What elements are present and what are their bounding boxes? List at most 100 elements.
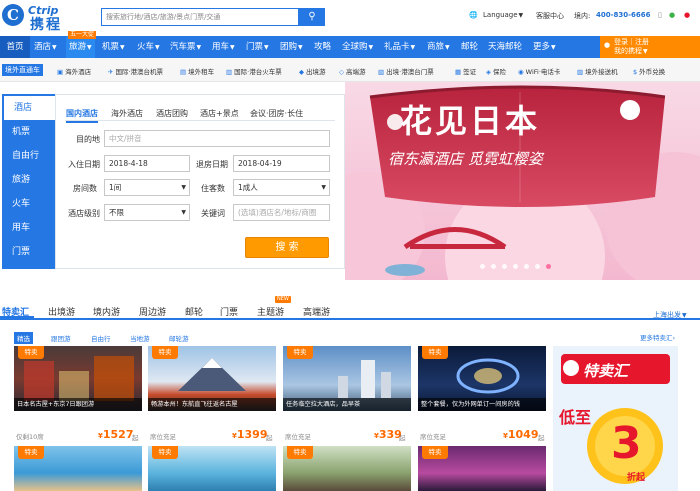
carousel-dot-active[interactable] <box>546 264 551 269</box>
tab-domestic[interactable]: 境内游 <box>93 305 120 318</box>
nav-home[interactable]: 首页 <box>0 36 30 58</box>
guests-select[interactable]: 1成人 ▼ <box>233 179 330 196</box>
hotel-level-select[interactable]: 不限 ▼ <box>104 204 190 221</box>
nav-groupbuy[interactable]: 团购▼ <box>280 36 303 58</box>
service-center-link[interactable]: 客服中心 <box>536 11 564 21</box>
globe-icon: 🌐 <box>469 11 478 19</box>
sub-wifi[interactable]: ◉ WiFi·电话卡 <box>518 66 560 76</box>
carousel-dot[interactable] <box>480 264 485 269</box>
deal-card[interactable]: 特卖 <box>14 446 142 491</box>
keyword-input[interactable]: (选填)酒店名/地标/商圈 <box>233 204 330 221</box>
nav-global-shop[interactable]: 全球购▼ <box>342 36 373 58</box>
nav-skysea-cruise[interactable]: 天海邮轮 <box>488 36 522 58</box>
flash-sale-promo[interactable]: 特卖汇 低至 3 折起 <box>553 346 678 491</box>
sub-intl-train[interactable]: ▥ 国际·港台火车票 <box>226 66 282 76</box>
departure-city-select[interactable]: 上海出发▼ <box>653 310 687 320</box>
tab-nearby[interactable]: 周边游 <box>139 305 166 318</box>
filter-local[interactable]: 当地游 <box>127 332 153 344</box>
sub-overseas-car[interactable]: ▤ 境外租车 <box>180 66 214 76</box>
destination-input[interactable]: 中文/拼音 <box>104 130 330 147</box>
tab-tickets[interactable]: 门票 <box>220 305 238 318</box>
cat-train[interactable]: 火车 <box>2 192 55 216</box>
login-register-link[interactable]: 登录｜注册 <box>614 38 700 47</box>
sub-premium-tour[interactable]: ◇ 高端游 <box>339 66 366 76</box>
sub-overseas-hotel[interactable]: ▣ 海外酒店 <box>57 66 91 76</box>
nav-gift-card[interactable]: 礼品卡▼ <box>384 36 415 58</box>
visa-icon: ▦ <box>455 68 462 76</box>
tab-cruise[interactable]: 邮轮 <box>185 305 203 318</box>
deal-card[interactable]: 特卖 <box>148 446 276 491</box>
tab-outbound[interactable]: 出境游 <box>48 305 75 318</box>
checkin-date-input[interactable]: 2018-4-18 <box>104 155 190 172</box>
filter-group[interactable]: 跟团游 <box>48 332 74 344</box>
carousel-dot[interactable] <box>524 264 529 269</box>
cat-tickets[interactable]: 门票 <box>2 240 55 264</box>
sub-outbound-tour[interactable]: ◆ 出境游 <box>299 66 326 76</box>
carousel-dot[interactable] <box>491 264 496 269</box>
search-input[interactable]: 搜索旅行地/酒店/旅游/景点门票/交通 <box>101 8 299 26</box>
nav-business[interactable]: 商旅▼ <box>427 36 450 58</box>
nav-more[interactable]: 更多▼ <box>533 36 556 58</box>
deal-card[interactable]: 特卖 <box>283 446 411 491</box>
sub-currency[interactable]: $ 外币兑换 <box>633 66 665 76</box>
train-icon: ▥ <box>226 68 233 76</box>
language-switch[interactable]: Language▼ <box>483 11 523 19</box>
nav-guides[interactable]: 攻略 <box>314 36 331 58</box>
cat-hotel[interactable]: 酒店 <box>2 96 55 120</box>
nav-tickets[interactable]: 门票▼ <box>246 36 269 58</box>
checkout-date-input[interactable]: 2018-04-19 <box>233 155 330 172</box>
deal-card[interactable]: 特卖 畅游本州！东航直飞往返名古屋 <box>148 346 276 411</box>
tab-flash-sale[interactable]: 特卖汇 <box>2 305 29 318</box>
filter-free[interactable]: 自由行 <box>88 332 114 344</box>
more-flash-sale-link[interactable]: 更多特卖汇› <box>640 332 675 342</box>
tab-meeting[interactable]: 会议·团房·长住 <box>250 108 303 119</box>
tab-hotel-attraction[interactable]: 酒店+景点 <box>200 108 239 119</box>
cat-tour[interactable]: 旅游 <box>2 168 55 192</box>
sub-visa[interactable]: ▦ 签证 <box>455 66 476 76</box>
tab-overseas-hotel[interactable]: 海外酒店 <box>111 108 143 119</box>
tab-premium[interactable]: 高端游 <box>303 305 330 318</box>
tab-hotel-groupbuy[interactable]: 酒店团购 <box>156 108 188 119</box>
ctrip-logo-icon[interactable]: C <box>2 4 24 26</box>
rooms-select[interactable]: 1间 ▼ <box>104 179 190 196</box>
carousel-dot[interactable] <box>513 264 518 269</box>
tab-theme[interactable]: 主题游 <box>257 305 284 318</box>
sub-outbound-tickets[interactable]: ▧ 出境·港澳台门票 <box>378 66 434 76</box>
hotel-search-button[interactable]: 搜 索 <box>245 237 329 258</box>
deal-price: ¥1049 <box>503 428 539 441</box>
sub-insurance[interactable]: ◈ 保险 <box>486 66 506 76</box>
sub-intl-flights[interactable]: ✈ 国际·港澳台机票 <box>108 66 163 76</box>
sale-tag: 特卖 <box>422 446 448 459</box>
wechat-icon[interactable]: ● <box>669 11 675 19</box>
mobile-icon[interactable]: ▯ <box>658 11 662 19</box>
filter-featured[interactable]: 精选 <box>14 332 33 344</box>
sub-transfer[interactable]: ▨ 境外接送机 <box>577 66 618 76</box>
cat-free-travel[interactable]: 自由行 <box>2 144 55 168</box>
deal-card[interactable]: 特卖 任务临空拉大酒店，品早茶 <box>283 346 411 411</box>
cat-car[interactable]: 用车 <box>2 216 55 240</box>
my-ctrip-link[interactable]: 我的携程▼ <box>614 47 700 56</box>
nav-hotel[interactable]: 酒店▼ <box>34 36 57 58</box>
carousel-dot[interactable] <box>535 264 540 269</box>
promo-low-label: 低至 <box>559 408 592 427</box>
deal-card[interactable]: 特卖 <box>418 446 546 491</box>
sale-tag: 特卖 <box>18 346 44 359</box>
deal-meta: 席位充足 <box>420 433 446 441</box>
deal-card[interactable]: 特卖 整个套餐，仅为外网单订一间房的钱 <box>418 346 546 411</box>
nav-cruise[interactable]: 邮轮 <box>461 36 478 58</box>
filter-cruise[interactable]: 邮轮游 <box>166 332 192 344</box>
nav-train[interactable]: 火车▼ <box>137 36 160 58</box>
weibo-icon[interactable]: ● <box>684 11 690 19</box>
checkin-label: 入住日期 <box>68 160 100 169</box>
banner-title: 花见日本 <box>400 102 541 140</box>
nav-car[interactable]: 用车▼ <box>212 36 235 58</box>
search-button[interactable]: ⚲ <box>299 8 325 26</box>
nav-bus[interactable]: 汽车票▼ <box>170 36 201 58</box>
login-box[interactable]: 登录｜注册 我的携程▼ <box>600 36 700 58</box>
carousel-dot[interactable] <box>502 264 507 269</box>
logo-text-cn[interactable]: 携程 <box>30 14 62 34</box>
deal-card[interactable]: 特卖 日本名古屋+东京7日跟团游 <box>14 346 142 411</box>
cat-flights[interactable]: 机票 <box>2 120 55 144</box>
nav-travel[interactable]: 旅游▼ <box>66 36 95 58</box>
nav-flights[interactable]: 机票▼ <box>102 36 125 58</box>
